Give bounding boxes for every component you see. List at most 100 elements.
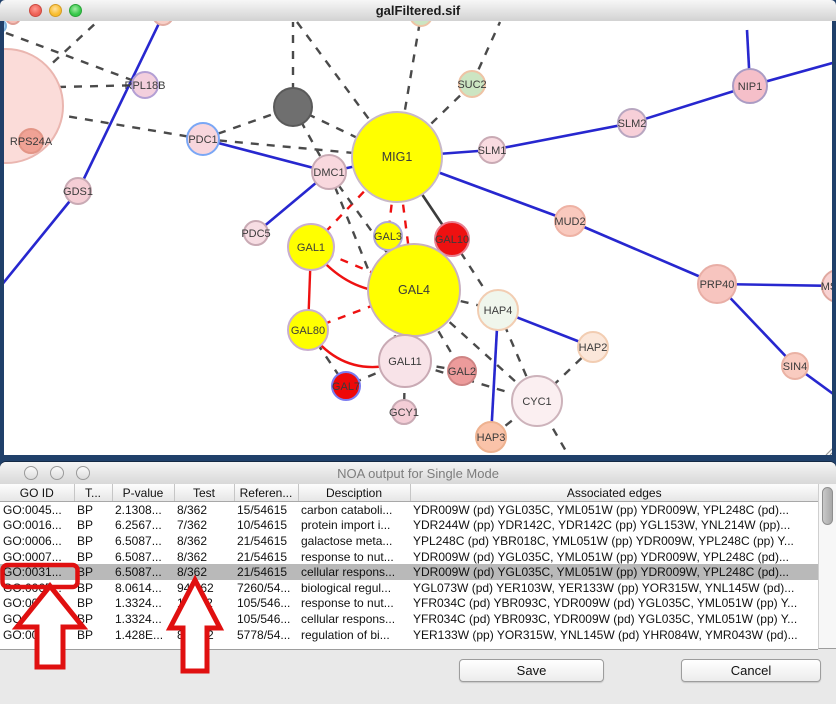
cell-p-value: 6.5087... [112,533,174,549]
cell-test: 8/362 [174,564,234,580]
cell-reference: 105/546... [234,611,298,627]
cell-reference: 105/546... [234,596,298,612]
cell-reference: 15/54615 [234,502,298,518]
cell-test: 8/362 [174,502,234,518]
table-scrollbar[interactable] [818,484,836,649]
cell-type: BP [74,580,112,596]
node-NIP1[interactable]: NIP1 [733,69,767,103]
table-row[interactable]: GO:0045...BP2.1308...8/36215/54615carbon… [0,502,818,518]
node-GAL3[interactable]: GAL3 [374,222,402,250]
network-graph[interactable]: RPL18BRPS24AGDS1PDC1DMC1PDC5SUC2SLM1SLM2… [0,21,836,455]
cell-p-value: 1.3324... [112,611,174,627]
network-window-title: galFiltered.sif [0,3,836,18]
node-GAL80[interactable]: GAL80 [288,310,328,350]
cell-description: biological regul... [298,580,410,596]
node-PRP40[interactable]: PRP40 [698,265,736,303]
table-row[interactable]: GO:0006...BP6.5087...8/36221/54615galact… [0,533,818,549]
cell-description: cellular respons... [298,611,410,627]
cell-description: galactose meta... [298,533,410,549]
node-HAP4[interactable]: HAP4 [478,290,518,330]
node-SLM1[interactable]: SLM1 [478,137,507,163]
table-row[interactable]: GO:0007...BP6.5087...8/36221/54615respon… [0,549,818,565]
cell-test: 8/362 [174,549,234,565]
node-label: GCY1 [389,407,419,419]
node-label: RPL18B [125,80,166,92]
node-GAL11[interactable]: GAL11 [379,335,431,387]
node-topgreen[interactable] [410,21,432,26]
node-RPL18B[interactable]: RPL18B [125,72,166,98]
node-SUC2[interactable]: SUC2 [457,71,486,97]
cell-description: carbon cataboli... [298,502,410,518]
node-label: SLM1 [478,145,507,157]
column-header-test[interactable]: Test [174,484,234,502]
cell-p-value: 1.428E... [112,627,174,643]
column-header-p-value[interactable]: P-value [112,484,174,502]
column-header-go-id[interactable]: GO ID [0,484,74,502]
column-header-type[interactable]: T... [74,484,112,502]
node-GCY1[interactable]: GCY1 [389,400,419,424]
cell-go-id: GO:0016... [0,518,74,534]
node-label: MUD2 [554,216,585,228]
node-label: GAL10 [435,234,469,246]
cell-p-value: 8.0614... [112,580,174,596]
node-label: GAL7 [332,381,360,393]
table-row[interactable]: GO:0050...BP1.428E...80/3625778/54...reg… [0,627,818,643]
cell-go-id: GO:0050... [0,627,74,643]
node-label: PDC1 [188,134,217,146]
node-GAL7[interactable]: GAL7 [332,372,360,400]
cell-associated-edges: YPL248C (pd) YBR018C, YML051W (pp) YDR00… [410,533,818,549]
cell-reference: 21/54615 [234,564,298,580]
node-label: GAL2 [448,366,476,378]
node-GDS1[interactable]: GDS1 [63,178,93,204]
table-row[interactable]: GO:0031...BP1.3324...11/362105/546...cel… [0,611,818,627]
table-row[interactable]: GO:0031...BP6.5087...8/36221/54615cellul… [0,564,818,580]
graph-edge-blue [78,21,163,191]
cell-go-id: GO:0045... [0,502,74,518]
node-GAL2[interactable]: GAL2 [448,357,476,385]
node-label: GAL1 [297,242,325,254]
save-button[interactable]: Save [459,659,604,682]
graph-edge-blue [0,191,78,287]
node-toppink[interactable] [153,21,173,25]
cell-description: response to nut... [298,549,410,565]
cell-reference: 10/54615 [234,518,298,534]
node-DMC1[interactable]: DMC1 [312,155,346,189]
table-row[interactable]: GO:0065...BP8.0614...94/3627260/54...bio… [0,580,818,596]
cell-type: BP [74,627,112,643]
table-row[interactable]: GO:0016...BP6.2567...7/36210/54615protei… [0,518,818,534]
node-GAL4[interactable]: GAL4 [368,244,460,336]
canvas-left-border [0,21,4,455]
node-PDC1[interactable]: PDC1 [187,123,219,155]
cell-type: BP [74,518,112,534]
node-gray[interactable] [274,88,312,126]
cancel-button[interactable]: Cancel [681,659,821,682]
column-header-description[interactable]: Desciption [298,484,410,502]
cell-reference: 5778/54... [234,627,298,643]
cell-test: 94/362 [174,580,234,596]
node-MIG1[interactable]: MIG1 [352,112,442,202]
node-SLM2[interactable]: SLM2 [618,109,647,137]
node-tinypink[interactable] [6,21,20,24]
table-row[interactable]: GO:0031...BP1.3324...11/362105/546...res… [0,596,818,612]
cell-associated-edges: YDR009W (pd) YGL035C, YML051W (pp) YDR00… [410,564,818,580]
node-HAP3[interactable]: HAP3 [476,422,506,452]
node-label: PDC5 [241,228,270,240]
cell-type: BP [74,596,112,612]
node-GAL1[interactable]: GAL1 [288,224,334,270]
canvas-right-border [832,21,836,455]
graph-edge-blue [570,221,717,284]
node-MUD2[interactable]: MUD2 [554,206,585,236]
column-header-associated-edges[interactable]: Associated edges [410,484,818,502]
node-HAP2[interactable]: HAP2 [578,332,608,362]
node-label: CYC1 [522,396,551,408]
node-CYC1[interactable]: CYC1 [512,376,562,426]
cell-test: 11/362 [174,596,234,612]
column-header-reference[interactable]: Referen... [234,484,298,502]
cell-go-id: GO:0031... [0,564,74,580]
cell-p-value: 2.1308... [112,502,174,518]
node-label: PRP40 [700,279,735,291]
scrollbar-thumb[interactable] [822,487,833,525]
node-SIN4[interactable]: SIN4 [782,353,808,379]
cell-description: response to nut... [298,596,410,612]
node-label: SIN4 [783,361,807,373]
